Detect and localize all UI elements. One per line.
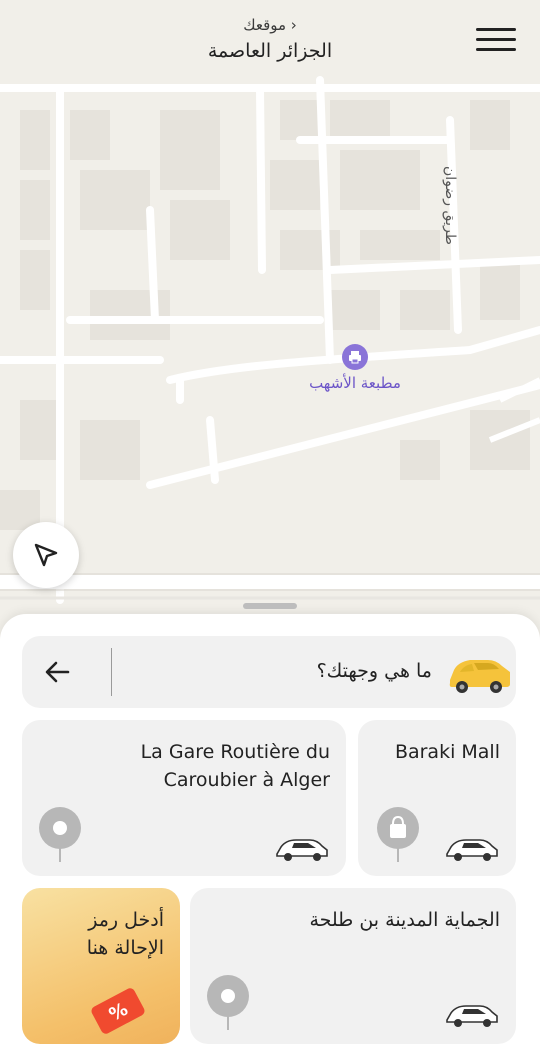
search-question[interactable]: ما هي وجهتك؟ <box>317 660 432 682</box>
city-title[interactable]: الجزائر العاصمة <box>0 40 540 62</box>
shopping-bag-pin-icon <box>376 806 420 864</box>
destination-card-baraki[interactable]: Baraki Mall <box>358 720 516 876</box>
sheet-handle[interactable] <box>243 603 297 609</box>
menu-icon[interactable] <box>476 28 516 58</box>
header: موقعك › الجزائر العاصمة <box>0 0 540 80</box>
destination-title: الجماية المدينة بن طلحة <box>309 909 500 931</box>
locate-me-button[interactable] <box>13 522 79 588</box>
destination-card-bentalha[interactable]: الجماية المدينة بن طلحة <box>190 888 516 1044</box>
street-label: طريق رضوان <box>442 166 458 245</box>
referral-code-card[interactable]: أدخل رمز الإحالة هنا % <box>22 888 180 1044</box>
map-view[interactable] <box>0 0 540 640</box>
printer-icon <box>342 344 368 370</box>
arrow-left-icon[interactable] <box>42 656 74 688</box>
poi-marker[interactable]: مطبعة الأشهب <box>300 344 410 392</box>
map-pin-icon <box>206 974 250 1032</box>
navigation-arrow-icon <box>34 543 58 567</box>
destination-title: La Gare Routière du Caroubier à Alger <box>140 741 330 791</box>
search-divider <box>111 648 112 696</box>
referral-title: أدخل رمز الإحالة هنا <box>86 909 164 959</box>
percent-coupon-icon: % <box>88 988 148 1034</box>
car-icon <box>274 834 330 864</box>
poi-label: مطبعة الأشهب <box>309 374 401 392</box>
destination-search[interactable]: ما هي وجهتك؟ <box>22 636 516 708</box>
taxi-car-icon <box>444 650 514 696</box>
car-icon <box>444 1000 500 1030</box>
map-streets <box>0 76 540 604</box>
location-label[interactable]: موقعك › <box>0 16 540 34</box>
map-pin-icon <box>38 806 82 864</box>
car-icon <box>444 834 500 864</box>
destination-title: Baraki Mall <box>394 741 500 763</box>
destination-card-gare[interactable]: La Gare Routière du Caroubier à Alger <box>22 720 346 876</box>
